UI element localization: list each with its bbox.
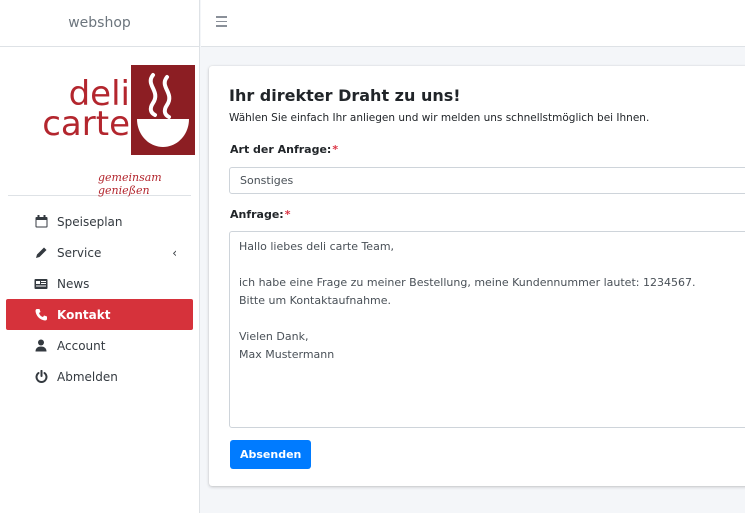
newspaper-icon [33,277,49,291]
sidebar-nav: Speiseplan Service ‹ News Kontakt Accoun… [0,206,199,392]
user-icon [33,339,49,353]
logo-line2: carte [42,104,130,144]
sidebar-item-label: News [57,276,90,291]
logo[interactable]: deli carte gemeinsam genießen [8,59,195,197]
submit-button[interactable]: Absenden [230,440,312,469]
page-title: Ihr direkter Draht zu uns! [229,86,461,105]
request-message-label-text: Anfrage: [230,208,284,221]
sidebar-item-label: Service [57,245,102,260]
request-message-textarea[interactable]: Hallo liebes deli carte Team, ich habe e… [229,231,745,428]
logo-cup-icon [131,65,195,155]
sidebar-item-abmelden[interactable]: Abmelden [6,361,193,392]
phone-icon [33,308,49,322]
logo-wordmark: deli carte [24,77,130,144]
request-type-select[interactable]: Sonstiges [229,167,745,194]
sidebar-item-label: Abmelden [57,369,118,384]
sidebar-item-speiseplan[interactable]: Speiseplan [6,206,193,237]
required-marker: * [332,143,339,156]
sidebar-item-news[interactable]: News [6,268,193,299]
pencil-icon [33,246,49,260]
chevron-left-icon: ‹ [172,245,177,260]
page-subtitle: Wählen Sie einfach Ihr anliegen und wir … [229,112,650,124]
sidebar-item-kontakt[interactable]: Kontakt [6,299,193,330]
sidebar-item-label: Kontakt [57,307,111,322]
brand-title[interactable]: webshop [0,0,199,47]
top-navbar [201,0,745,47]
request-message-label: Anfrage:* [230,208,290,221]
hamburger-menu-icon[interactable] [216,16,227,28]
logo-tagline: gemeinsam genießen [98,171,162,197]
required-marker: * [284,208,291,221]
sidebar-item-account[interactable]: Account [6,330,193,361]
contact-form-card: Ihr direkter Draht zu uns! Wählen Sie ei… [209,66,745,486]
request-type-label: Art der Anfrage:* [230,143,338,156]
sidebar-item-label: Speiseplan [57,214,123,229]
power-icon [33,370,49,384]
calendar-icon [33,215,49,229]
sidebar-item-service[interactable]: Service ‹ [6,237,193,268]
sidebar: webshop deli carte gemeinsam genießen Sp… [0,0,200,513]
sidebar-item-label: Account [57,338,106,353]
request-type-label-text: Art der Anfrage: [230,143,332,156]
